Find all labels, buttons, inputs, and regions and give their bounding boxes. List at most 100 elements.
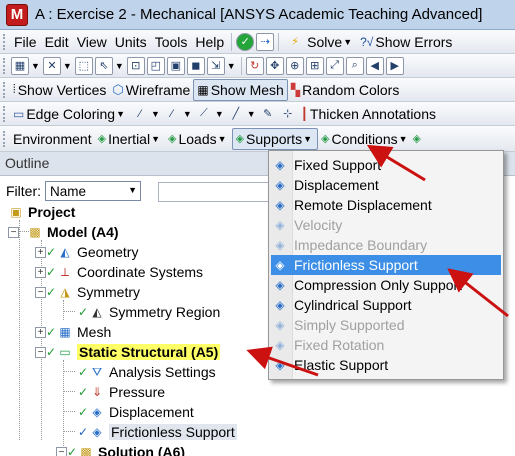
random-colors-button[interactable]: ▚ Random Colors: [288, 82, 403, 98]
next-view-icon[interactable]: ▶: [385, 56, 404, 75]
pan-icon[interactable]: ✥: [265, 56, 284, 75]
select-mode-icon[interactable]: ⬚: [74, 56, 93, 75]
show-mesh-button[interactable]: ▦ Show Mesh: [193, 78, 288, 101]
toolbar-grip[interactable]: [3, 105, 7, 122]
tree-label-symmetry-region: Symmetry Region: [109, 304, 221, 320]
supports-button[interactable]: ◈ Supports ▼: [231, 127, 318, 150]
edge-coloring-button[interactable]: ▭ Edge Coloring ▼: [10, 106, 130, 122]
tree-node-solution[interactable]: − ✓ ▩ Solution (A6): [56, 442, 185, 456]
chevron-down-icon[interactable]: ▼: [227, 61, 236, 71]
menu-item-displacement[interactable]: ◈ Displacement: [271, 175, 501, 195]
select-edge-filter-icon[interactable]: ◰: [146, 56, 165, 75]
tree-node-pressure[interactable]: ✓ ⇓ Pressure: [78, 382, 165, 402]
filter-search-input[interactable]: [158, 182, 278, 202]
tree-node-mesh[interactable]: + ✓ ▦ Mesh: [35, 322, 111, 342]
conditions-button[interactable]: ◈ Conditions ▼: [318, 131, 413, 147]
wireframe-button[interactable]: ⬡ Wireframe: [109, 82, 193, 98]
impedance-boundary-icon: ◈: [275, 238, 285, 252]
zoom-fit-icon[interactable]: ⤢: [325, 56, 344, 75]
chevron-down-icon[interactable]: ▼: [151, 109, 160, 119]
pin-icon[interactable]: ✎: [259, 105, 277, 123]
collapse-toggle[interactable]: −: [35, 346, 46, 358]
show-mesh-label: Show Mesh: [210, 81, 284, 98]
tree-node-geometry[interactable]: + ✓ ◭ Geometry: [35, 242, 138, 262]
mechanical-app-icon[interactable]: M: [6, 3, 28, 26]
edge-display-2-icon[interactable]: ∕: [163, 105, 181, 123]
edge-display-1-icon[interactable]: ⁄: [131, 105, 149, 123]
tree-node-symmetry-region[interactable]: ✓ ◭ Symmetry Region: [78, 302, 220, 322]
chevron-down-icon[interactable]: ▼: [247, 109, 256, 119]
chevron-down-icon[interactable]: ▼: [31, 61, 40, 71]
coordinate-axis-icon[interactable]: ✕: [42, 56, 61, 75]
thicken-annotations-button[interactable]: ┃ Thicken Annotations: [298, 106, 439, 122]
select-vertex-icon[interactable]: ▦: [11, 56, 29, 75]
menu-item-fixed-support[interactable]: ◈ Fixed Support: [271, 155, 501, 175]
collapse-toggle[interactable]: −: [56, 446, 67, 456]
tree-node-model[interactable]: − ▩ Model (A4): [8, 222, 119, 242]
tree-node-coordinate-systems[interactable]: + ✓ ⟂ Coordinate Systems: [35, 262, 203, 282]
chevron-down-icon[interactable]: ▼: [183, 109, 192, 119]
solve-label: Solve: [307, 33, 343, 50]
toolbar-grip[interactable]: [3, 130, 7, 147]
edge-display-4-icon[interactable]: ╱: [227, 105, 245, 123]
loads-button[interactable]: ◈ Loads ▼: [165, 131, 232, 147]
menu-file[interactable]: File: [10, 34, 41, 50]
tree-node-analysis-settings[interactable]: ✓ ⛛ Analysis Settings: [78, 362, 216, 382]
select-face-filter-icon[interactable]: ▣: [166, 56, 185, 75]
tree-node-static-structural[interactable]: − ✓ ▭ Static Structural (A5): [35, 342, 221, 362]
magnifier-icon[interactable]: ⌕: [345, 56, 364, 75]
tree-connector: [63, 300, 64, 320]
toolbar-grip[interactable]: [3, 81, 7, 98]
expand-toggle[interactable]: +: [35, 266, 46, 278]
tree-node-displacement[interactable]: ✓ ◈ Displacement: [78, 402, 194, 422]
inertial-button[interactable]: ◈ Inertial ▼: [95, 131, 165, 147]
analysis-settings-icon: ⛛: [91, 364, 103, 379]
probe-icon[interactable]: ⊹: [279, 105, 297, 123]
menu-item-frictionless-support[interactable]: ◈ Frictionless Support: [271, 255, 501, 275]
menu-tools[interactable]: Tools: [151, 34, 192, 50]
rotate-icon[interactable]: ↻: [245, 56, 264, 75]
menu-item-remote-displacement[interactable]: ◈ Remote Displacement: [271, 195, 501, 215]
menu-help[interactable]: Help: [191, 34, 228, 50]
show-vertices-button[interactable]: ⦙ Show Vertices: [10, 82, 109, 98]
chevron-down-icon[interactable]: ▼: [215, 109, 224, 119]
menu-item-cylindrical-support[interactable]: ◈ Cylindrical Support: [271, 295, 501, 315]
direct-fe-icon[interactable]: ◈: [413, 132, 421, 145]
random-colors-icon: ▚: [290, 82, 301, 97]
inertial-label: Inertial: [108, 130, 151, 147]
tree-label-solution: Solution (A6): [98, 444, 186, 456]
supports-icon: ◈: [235, 133, 245, 145]
show-errors-button[interactable]: ?√ Show Errors: [357, 34, 455, 50]
filter-select[interactable]: Name ▼: [45, 181, 141, 201]
box-zoom-icon[interactable]: ⊞: [305, 56, 324, 75]
previous-view-icon[interactable]: ◀: [365, 56, 384, 75]
collapse-toggle[interactable]: −: [35, 286, 46, 298]
toolbar-grip[interactable]: [3, 33, 7, 50]
edge-display-3-icon[interactable]: ⟋: [195, 105, 213, 123]
expand-toggle[interactable]: +: [35, 326, 46, 338]
solve-button[interactable]: ⚡ Solve ▼: [282, 33, 357, 51]
tree-node-icon[interactable]: ⇢: [256, 32, 275, 51]
fixed-support-icon: ◈: [275, 158, 285, 172]
toolbar-grip[interactable]: [3, 57, 7, 74]
zoom-icon[interactable]: ⊕: [285, 56, 304, 75]
chevron-down-icon: ▼: [128, 185, 137, 195]
select-cursor-icon[interactable]: ⇖: [94, 56, 113, 75]
expand-toggle[interactable]: +: [35, 246, 46, 258]
tree-label-coordinate-systems: Coordinate Systems: [77, 264, 204, 280]
chevron-down-icon[interactable]: ▼: [63, 61, 72, 71]
check-mesh-icon[interactable]: ✓: [236, 32, 255, 51]
tree-node-frictionless-support[interactable]: ✓ ◈ Frictionless Support: [78, 422, 237, 442]
menu-item-compression-only-support[interactable]: ◈ Compression Only Support: [271, 275, 501, 295]
extend-selection-icon[interactable]: ⇲: [206, 56, 225, 75]
menu-item-elastic-support[interactable]: ◈ Elastic Support: [271, 355, 501, 375]
collapse-toggle[interactable]: −: [8, 226, 19, 238]
select-vertex-filter-icon[interactable]: ⊡: [126, 56, 145, 75]
tree-node-symmetry[interactable]: − ✓ ◮ Symmetry: [35, 282, 140, 302]
tree-node-project[interactable]: ▣ Project: [8, 202, 75, 222]
menu-edit[interactable]: Edit: [41, 34, 73, 50]
select-body-filter-icon[interactable]: ◼: [186, 56, 205, 75]
menu-view[interactable]: View: [73, 34, 111, 50]
chevron-down-icon[interactable]: ▼: [115, 61, 124, 71]
menu-units[interactable]: Units: [111, 34, 151, 50]
